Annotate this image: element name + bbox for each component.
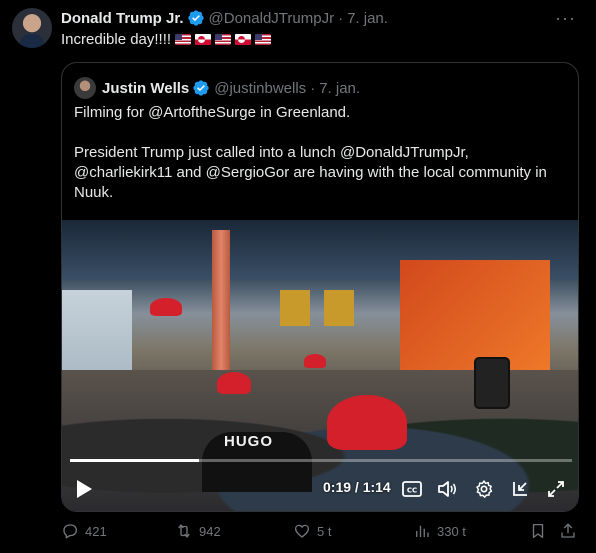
- quote-header: Justin Wells @justinbwells · 7. jan.: [74, 77, 360, 99]
- repost-icon: [178, 524, 190, 538]
- reply-count: 421: [85, 523, 107, 539]
- repost-count: 942: [199, 523, 221, 539]
- red-cap: [217, 372, 251, 394]
- video-progress-fill: [70, 459, 199, 462]
- red-cap: [150, 298, 182, 316]
- header-separator: ·: [338, 9, 344, 27]
- views-chart-icon: [416, 525, 429, 537]
- reply-button[interactable]: 421: [61, 522, 107, 540]
- red-cap: [327, 395, 407, 450]
- verified-badge-icon: [187, 10, 204, 26]
- share-button[interactable]: [559, 522, 577, 540]
- quote-author-avatar: [74, 77, 96, 99]
- video-painting: [280, 290, 310, 326]
- svg-text:CC: CC: [407, 487, 417, 495]
- quote-author-handle: @justinbwells: [214, 79, 307, 97]
- action-bar: 421 942 5 t 330 t: [61, 522, 579, 542]
- captions-icon[interactable]: CC: [400, 475, 424, 503]
- bookmark-icon: [532, 523, 544, 539]
- video-shirt-text: HUGO: [224, 433, 273, 450]
- post-text: Incredible day!!!!: [61, 31, 172, 48]
- author-avatar[interactable]: [12, 8, 52, 48]
- verified-badge-icon: [193, 80, 209, 96]
- quote-paragraph: President Trump just called into a lunch…: [74, 144, 547, 201]
- video-player[interactable]: HUGO 0:19 / 1:14 CC: [62, 220, 578, 511]
- author-handle[interactable]: @DonaldJTrumpJr: [209, 10, 335, 27]
- more-options-icon[interactable]: ···: [555, 8, 576, 29]
- video-phone: [474, 357, 510, 409]
- video-progress-bar[interactable]: [70, 459, 572, 462]
- like-button[interactable]: 5 t: [293, 522, 331, 540]
- post-text-line: Incredible day!!!!: [61, 31, 272, 48]
- flag-greenland-icon: [195, 34, 212, 45]
- fullscreen-icon[interactable]: [544, 475, 568, 503]
- flag-us-icon: [175, 34, 192, 45]
- volume-icon[interactable]: [436, 475, 460, 503]
- flag-us-icon: [215, 34, 232, 45]
- video-controls: 0:19 / 1:14 CC: [62, 475, 578, 503]
- play-icon[interactable]: [72, 475, 96, 503]
- quote-date: 7. jan.: [319, 79, 361, 97]
- author-name[interactable]: Donald Trump Jr.: [61, 10, 184, 27]
- pip-exit-icon[interactable]: [508, 475, 532, 503]
- quoted-post[interactable]: Justin Wells @justinbwells · 7. jan. Fil…: [61, 62, 579, 512]
- views-button[interactable]: 330 t: [413, 522, 466, 540]
- flag-us-icon: [255, 34, 272, 45]
- reply-icon: [63, 524, 78, 539]
- post-date[interactable]: 7. jan.: [347, 10, 388, 27]
- red-cap: [304, 354, 326, 368]
- post-header: Donald Trump Jr. @DonaldJTrumpJr · 7. ja…: [61, 8, 388, 28]
- flag-greenland-icon: [235, 34, 252, 45]
- quote-header-separator: ·: [310, 79, 316, 97]
- video-painting: [324, 290, 354, 326]
- video-time: 0:19 / 1:14: [323, 479, 391, 495]
- view-count: 330 t: [437, 523, 466, 539]
- bookmark-button[interactable]: [529, 522, 547, 540]
- heart-icon: [294, 524, 310, 538]
- repost-button[interactable]: 942: [175, 522, 221, 540]
- quote-text: Filming for @ArtoftheSurge in Greenland.…: [74, 103, 568, 223]
- settings-gear-icon[interactable]: [472, 475, 496, 503]
- share-icon: [561, 523, 575, 538]
- quote-paragraph: Filming for @ArtoftheSurge in Greenland.: [74, 104, 351, 121]
- quote-author-name: Justin Wells: [102, 79, 190, 97]
- like-count: 5 t: [317, 523, 332, 539]
